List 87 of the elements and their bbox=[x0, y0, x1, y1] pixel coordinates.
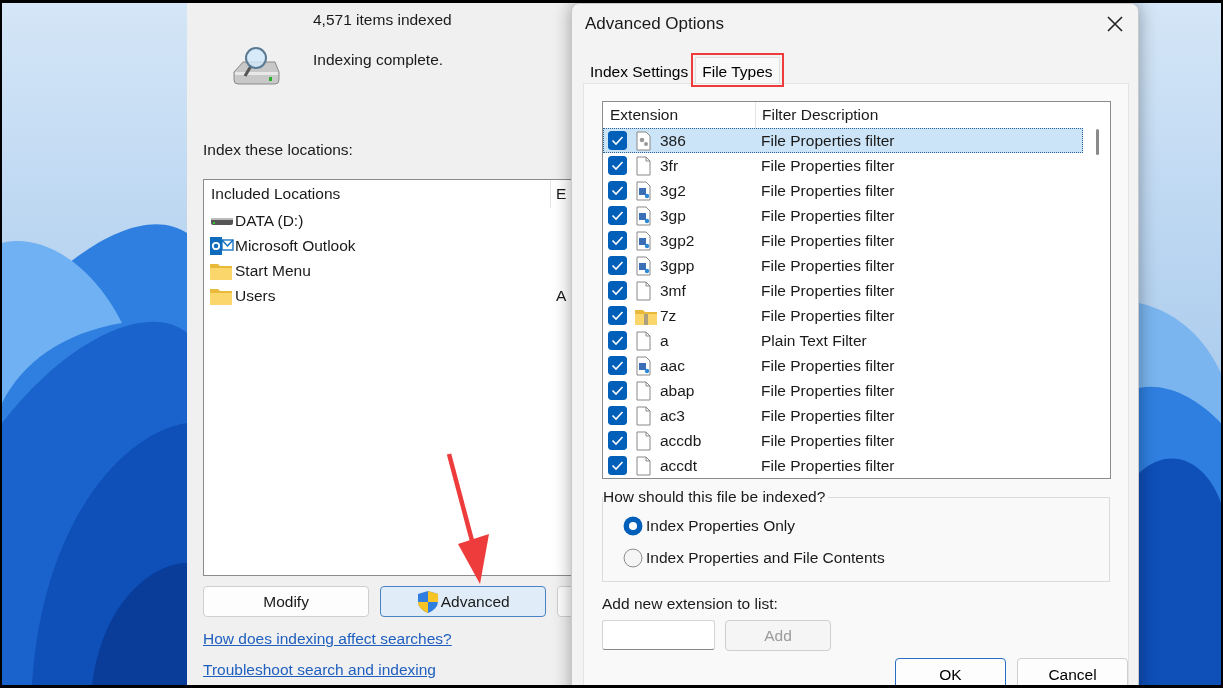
cancel-button[interactable]: Cancel bbox=[1017, 658, 1128, 685]
dialog-title: Advanced Options bbox=[585, 13, 724, 36]
extension-name: 3gpp bbox=[660, 255, 695, 276]
file-type-row[interactable]: 3mf File Properties filter bbox=[603, 278, 1083, 303]
extension-name: 3gp bbox=[660, 205, 686, 226]
shield-icon bbox=[416, 589, 439, 614]
help-link[interactable]: Troubleshoot search and indexing bbox=[203, 658, 436, 682]
checkbox[interactable] bbox=[608, 256, 627, 275]
file-type-row[interactable]: 3g2 File Properties filter bbox=[603, 178, 1083, 203]
filter-description: File Properties filter bbox=[760, 305, 895, 326]
filter-description: File Properties filter bbox=[760, 255, 895, 276]
checkbox[interactable] bbox=[608, 281, 627, 300]
file-type-row[interactable]: accdb File Properties filter bbox=[603, 428, 1083, 453]
file-type-row[interactable]: aac File Properties filter bbox=[603, 353, 1083, 378]
extension-name: 7z bbox=[660, 305, 677, 326]
column-header[interactable]: Extension bbox=[603, 103, 755, 127]
advanced-button[interactable]: Advanced bbox=[380, 586, 547, 617]
close-icon[interactable] bbox=[1106, 15, 1124, 33]
checkbox[interactable] bbox=[608, 206, 627, 225]
extension-name: 3mf bbox=[660, 280, 686, 301]
folder-icon bbox=[210, 286, 234, 305]
filter-description: File Properties filter bbox=[760, 230, 895, 251]
filter-description: File Properties filter bbox=[760, 130, 895, 151]
extension-field[interactable] bbox=[602, 620, 715, 650]
filter-description: File Properties filter bbox=[760, 180, 895, 201]
help-link[interactable]: How does indexing affect searches? bbox=[203, 627, 452, 651]
filter-description: File Properties filter bbox=[760, 280, 895, 301]
radio-button[interactable] bbox=[623, 515, 643, 536]
drive-search-icon bbox=[231, 46, 281, 88]
file-type-row[interactable]: ac3 File Properties filter bbox=[603, 403, 1083, 428]
filter-description: File Properties filter bbox=[760, 355, 895, 376]
checkbox[interactable] bbox=[608, 381, 627, 400]
extension-name: ac3 bbox=[660, 405, 685, 426]
outlook-icon bbox=[210, 235, 234, 256]
checkbox[interactable] bbox=[608, 431, 627, 450]
table-cell-text: A bbox=[555, 285, 567, 306]
filter-description: Plain Text Filter bbox=[760, 330, 867, 351]
filter-description: File Properties filter bbox=[760, 430, 895, 451]
file-type-row[interactable]: 3fr File Properties filter bbox=[603, 153, 1083, 178]
file-type-row[interactable]: 3gp2 File Properties filter bbox=[603, 228, 1083, 253]
tab[interactable]: Index Settings bbox=[583, 57, 696, 83]
ok-button[interactable]: OK bbox=[895, 658, 1006, 685]
location-name: Users bbox=[235, 285, 276, 306]
checkbox[interactable] bbox=[608, 131, 627, 150]
extension-name: accdt bbox=[660, 455, 698, 476]
folder-icon bbox=[210, 261, 234, 280]
modify-button[interactable]: Modify bbox=[203, 586, 370, 617]
scrollbar-thumb[interactable] bbox=[1096, 129, 1099, 155]
extension-name: 3fr bbox=[660, 155, 679, 176]
checkbox[interactable] bbox=[608, 156, 627, 175]
file-type-row[interactable]: 386 File Properties filter bbox=[603, 128, 1083, 153]
filter-description: File Properties filter bbox=[760, 455, 895, 476]
file-type-row[interactable]: 7z File Properties filter bbox=[603, 303, 1083, 328]
locations-label: Index these locations: bbox=[203, 141, 354, 159]
extension-name: aac bbox=[660, 355, 685, 376]
add-extension-label: Add new extension to list: bbox=[602, 595, 779, 613]
location-name: Start Menu bbox=[235, 260, 311, 281]
items-indexed-count: 4,571 items indexed bbox=[313, 12, 452, 28]
location-name: DATA (D:) bbox=[235, 210, 304, 231]
file-type-row[interactable]: accdt File Properties filter bbox=[603, 453, 1083, 478]
radio-label: Index Properties and File Contents bbox=[646, 548, 885, 569]
filter-description: File Properties filter bbox=[760, 380, 895, 401]
extension-name: abap bbox=[660, 380, 695, 401]
checkbox[interactable] bbox=[608, 181, 627, 200]
filter-description: File Properties filter bbox=[760, 205, 895, 226]
indexing-status: Indexing complete. bbox=[313, 52, 445, 68]
extension-name: accdb bbox=[660, 430, 702, 451]
checkbox[interactable] bbox=[608, 456, 627, 475]
file-type-row[interactable]: 3gpp File Properties filter bbox=[603, 253, 1083, 278]
filter-description: File Properties filter bbox=[760, 155, 895, 176]
extension-name: a bbox=[660, 330, 669, 351]
extension-name: 386 bbox=[660, 130, 686, 151]
column-header[interactable]: Included Locations bbox=[204, 182, 550, 206]
checkbox[interactable] bbox=[608, 331, 627, 350]
file-type-row[interactable]: 3gp File Properties filter bbox=[603, 203, 1083, 228]
location-name: Microsoft Outlook bbox=[235, 235, 356, 256]
radio-button[interactable] bbox=[623, 547, 643, 568]
checkbox[interactable] bbox=[608, 306, 627, 325]
file-type-row[interactable]: a Plain Text Filter bbox=[603, 328, 1083, 353]
checkbox[interactable] bbox=[608, 406, 627, 425]
extension-name: 3g2 bbox=[660, 180, 686, 201]
radio-label: Index Properties Only bbox=[646, 516, 796, 536]
file-type-row[interactable]: abap File Properties filter bbox=[603, 378, 1083, 403]
checkbox[interactable] bbox=[608, 231, 627, 250]
filter-description: File Properties filter bbox=[760, 405, 895, 426]
extension-name: 3gp2 bbox=[660, 230, 695, 251]
checkbox[interactable] bbox=[608, 356, 627, 375]
